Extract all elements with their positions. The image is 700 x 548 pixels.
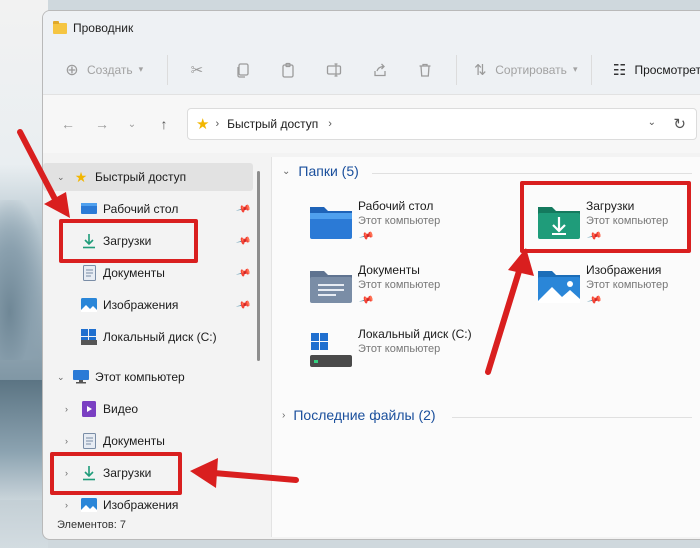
arrowhead [44,192,70,218]
arrow-to-quick-downloads [17,129,61,208]
arrowhead [508,248,534,276]
arrow-to-pc-downloads [211,470,299,483]
arrow-to-downloads-tile [485,265,523,375]
annotation-arrows [17,129,534,488]
arrowhead [190,458,218,488]
